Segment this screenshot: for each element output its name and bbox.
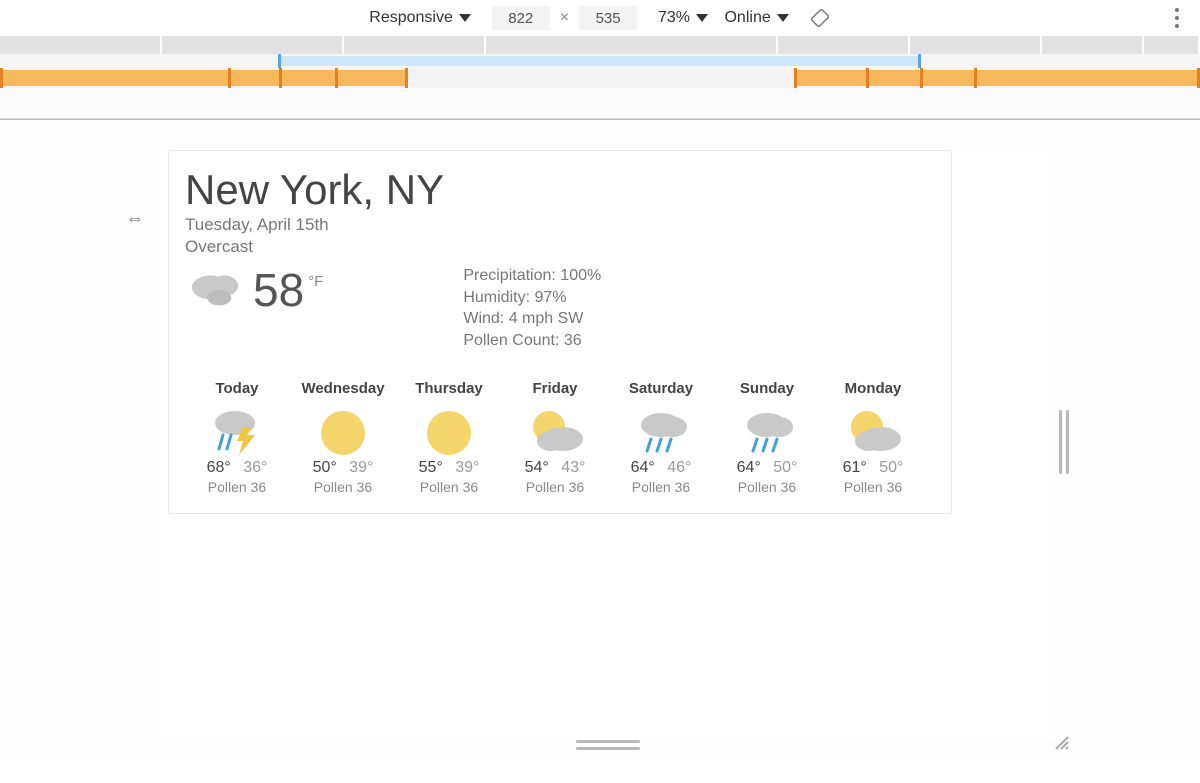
forecast-high: 64° (631, 459, 655, 476)
forecast-icon (821, 403, 925, 459)
device-stage: ⇔ New York, NY Tuesday, April 15th Overc… (0, 119, 1200, 760)
wind-value: 4 mph SW (509, 310, 584, 327)
forecast-day[interactable]: Sunday 64° 50° Pollen 36 (715, 380, 819, 495)
forecast-pollen: Pollen 36 (821, 479, 925, 495)
forecast-low: 39° (455, 459, 479, 476)
kebab-dot-icon (1175, 24, 1179, 28)
forecast-pollen: Pollen 36 (503, 479, 607, 495)
viewport-height-input[interactable] (579, 6, 637, 30)
precip-label: Precipitation: (463, 267, 556, 284)
chevron-down-icon (696, 14, 708, 22)
location-title: New York, NY (185, 167, 935, 213)
current-temp: 58 (253, 267, 304, 313)
resize-handle-left[interactable]: ⇔ (126, 208, 144, 229)
humidity-label: Humidity: (463, 289, 530, 306)
forecast-day-name: Today (185, 380, 289, 397)
condition-label: Overcast (185, 237, 935, 257)
network-select[interactable]: Online (724, 9, 788, 27)
chevron-down-icon (459, 14, 471, 22)
dimension-separator: × (560, 9, 569, 27)
resize-handle-bottom[interactable] (576, 740, 640, 750)
forecast-day[interactable]: Saturday 64° 46° Pollen 36 (609, 380, 713, 495)
forecast-pollen: Pollen 36 (609, 479, 713, 495)
forecast-low: 43° (561, 459, 585, 476)
pollen-value: 36 (564, 332, 582, 349)
zoom-select-label: 73% (658, 9, 690, 27)
forecast-day[interactable]: Friday 54° 43° Pollen 36 (503, 380, 607, 495)
forecast-icon (609, 403, 713, 459)
forecast-day-name: Monday (821, 380, 925, 397)
viewport-range-start-handle[interactable] (278, 54, 281, 68)
forecast-temps: 64° 46° (609, 459, 713, 477)
forecast-day-name: Wednesday (291, 380, 395, 397)
forecast-day-name: Saturday (609, 380, 713, 397)
forecast-temps: 54° 43° (503, 459, 607, 477)
kebab-dot-icon (1175, 16, 1179, 20)
forecast-high: 54° (525, 459, 549, 476)
devtools-device-toolbar: Responsive × 73% Online (0, 0, 1200, 36)
kebab-dot-icon (1175, 8, 1179, 12)
forecast-day[interactable]: Monday 61° 50° Pollen 36 (821, 380, 925, 495)
rotate-icon (809, 7, 831, 29)
forecast-icon (291, 403, 395, 459)
forecast-high: 64° (737, 459, 761, 476)
forecast-icon (715, 403, 819, 459)
forecast-pollen: Pollen 36 (185, 479, 289, 495)
precip-value: 100% (560, 267, 601, 284)
chevron-down-icon (777, 14, 789, 22)
viewport-range-highlight (278, 56, 918, 66)
viewport-range-end-handle[interactable] (918, 54, 921, 68)
forecast-low: 39° (349, 459, 373, 476)
date-label: Tuesday, April 15th (185, 215, 935, 235)
network-select-label: Online (724, 9, 770, 27)
media-query-bar[interactable] (0, 68, 1200, 88)
rotate-device-button[interactable] (809, 7, 831, 29)
forecast-day-name: Thursday (397, 380, 501, 397)
temp-unit: °F (308, 273, 323, 290)
forecast-low: 36° (243, 459, 267, 476)
forecast-pollen: Pollen 36 (397, 479, 501, 495)
viewport-range-strip (0, 54, 1200, 68)
forecast-day[interactable]: Wednesday 50° 39° Pollen 36 (291, 380, 395, 495)
forecast-temps: 68° 36° (185, 459, 289, 477)
device-width-ruler[interactable] (0, 36, 1200, 54)
forecast-high: 55° (419, 459, 443, 476)
weather-card: New York, NY Tuesday, April 15th Overcas… (168, 150, 952, 514)
forecast-high: 61° (843, 459, 867, 476)
forecast-low: 46° (667, 459, 691, 476)
forecast-temps: 61° 50° (821, 459, 925, 477)
forecast-icon (185, 403, 289, 459)
resize-handle-right[interactable] (1059, 410, 1069, 474)
pollen-label: Pollen Count: (463, 332, 559, 349)
overcast-icon (185, 265, 245, 315)
more-options-button[interactable] (1166, 7, 1188, 29)
forecast-high: 68° (207, 459, 231, 476)
forecast-pollen: Pollen 36 (291, 479, 395, 495)
humidity-value: 97% (534, 289, 566, 306)
device-frame: ⇔ New York, NY Tuesday, April 15th Overc… (160, 150, 1055, 740)
forecast-day-name: Friday (503, 380, 607, 397)
forecast-icon (503, 403, 607, 459)
forecast-pollen: Pollen 36 (715, 479, 819, 495)
device-select[interactable]: Responsive (369, 9, 471, 27)
forecast-day-name: Sunday (715, 380, 819, 397)
weather-details: Precipitation: 100% Humidity: 97% Wind: … (463, 265, 601, 351)
forecast-icon (397, 403, 501, 459)
forecast-temps: 50° 39° (291, 459, 395, 477)
ruler-gap (0, 88, 1200, 118)
forecast-low: 50° (773, 459, 797, 476)
forecast-day[interactable]: Thursday 55° 39° Pollen 36 (397, 380, 501, 495)
viewport-width-input[interactable] (492, 6, 550, 30)
forecast-row: Today 68° 36° Pollen 36 Wednesday 50° 39… (185, 380, 935, 495)
current-conditions: 58 °F Precipitation: 100% Humidity: 97% … (185, 265, 935, 351)
resize-handle-corner[interactable] (1053, 734, 1069, 750)
forecast-high: 50° (313, 459, 337, 476)
zoom-select[interactable]: 73% (658, 9, 708, 27)
device-select-label: Responsive (369, 9, 453, 27)
wind-label: Wind: (463, 310, 504, 327)
forecast-day[interactable]: Today 68° 36° Pollen 36 (185, 380, 289, 495)
forecast-temps: 55° 39° (397, 459, 501, 477)
forecast-low: 50° (879, 459, 903, 476)
forecast-temps: 64° 50° (715, 459, 819, 477)
